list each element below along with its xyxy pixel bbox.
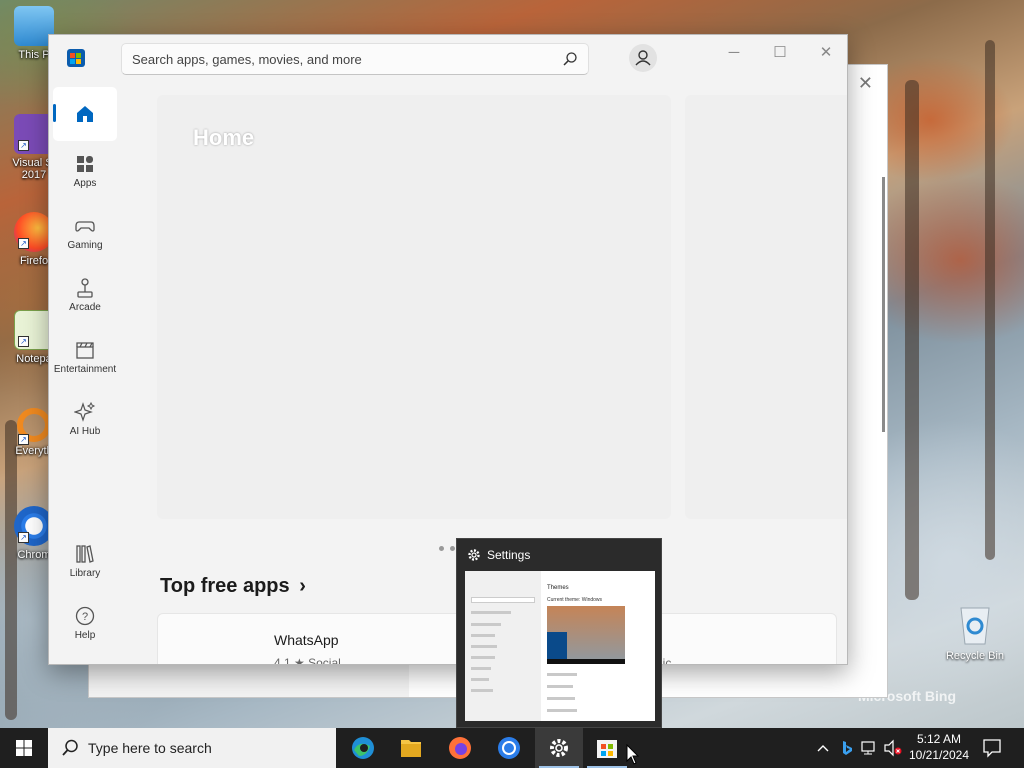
- wallpaper-tree: [985, 40, 995, 560]
- close-icon[interactable]: ✕: [858, 73, 873, 94]
- bing-icon: [843, 741, 852, 755]
- store-logo-icon: [67, 49, 85, 67]
- nav-item-apps[interactable]: Apps: [53, 147, 117, 201]
- chevron-right-icon: ›: [299, 575, 306, 597]
- start-button[interactable]: [0, 728, 48, 768]
- theme-preview-image: [547, 606, 625, 664]
- preview-subheading: Current theme: Windows: [547, 597, 603, 603]
- hero-banner-next[interactable]: [685, 95, 847, 519]
- recycle-bin-icon: [960, 607, 990, 645]
- store-bag-icon: [597, 740, 617, 758]
- taskbar-search-box[interactable]: Type here to search: [48, 728, 336, 768]
- close-button[interactable]: ✕: [803, 39, 847, 67]
- taskbar-app-firefox[interactable]: [436, 728, 484, 768]
- nav-item-home[interactable]: [53, 87, 117, 141]
- search-icon: [62, 739, 78, 756]
- wallpaper-tree: [5, 420, 17, 720]
- nav-item-gaming[interactable]: Gaming: [53, 209, 117, 263]
- settings-window-preview: Themes Current theme: Windows: [465, 571, 655, 721]
- firefox-icon: [449, 737, 471, 759]
- volume-button[interactable]: [882, 728, 904, 768]
- scrollbar[interactable]: [882, 177, 885, 432]
- taskbar-app-settings[interactable]: [535, 728, 583, 768]
- network-button[interactable]: [858, 728, 880, 768]
- wallpaper-tree: [905, 80, 919, 600]
- desktop-icon-recycle-bin[interactable]: Recycle Bin: [944, 602, 1006, 662]
- search-box[interactable]: Search apps, games, movies, and more: [121, 43, 589, 75]
- taskbar: Type here to search 5:12 AM 10/21/2024: [0, 728, 1024, 768]
- nav-item-entertainment[interactable]: Entertainment: [53, 333, 117, 387]
- preview-heading: Themes: [547, 585, 569, 591]
- taskbar-app-edge[interactable]: [339, 728, 387, 768]
- active-indicator: [53, 104, 56, 122]
- search-input[interactable]: Search apps, games, movies, and more: [132, 52, 362, 67]
- speaker-muted-icon: [884, 739, 902, 757]
- taskbar-clock[interactable]: 5:12 AM 10/21/2024: [906, 731, 972, 763]
- shortcut-arrow-icon: ↗: [18, 238, 29, 249]
- maximize-button[interactable]: ☐: [757, 39, 803, 67]
- gear-icon: [468, 549, 480, 561]
- edge-icon: [352, 737, 374, 759]
- minimize-icon: ─: [728, 44, 740, 61]
- mouse-cursor-icon: [626, 744, 640, 765]
- shortcut-arrow-icon: ↗: [18, 336, 29, 347]
- shortcut-arrow-icon: ↗: [18, 532, 29, 543]
- taskbar-app-chrome[interactable]: [485, 728, 533, 768]
- clapperboard-icon: [76, 342, 94, 359]
- clock-time: 5:12 AM: [916, 732, 962, 746]
- minimize-button[interactable]: ─: [711, 39, 757, 67]
- thumbnail-title: Settings: [487, 548, 531, 562]
- chrome-icon: [498, 737, 520, 759]
- nav-item-arcade[interactable]: Arcade: [53, 271, 117, 325]
- library-icon: [76, 545, 94, 563]
- gamepad-icon: [75, 221, 95, 232]
- network-icon: [861, 741, 875, 755]
- preview-sidebar: [465, 571, 541, 721]
- app-rating: 4.1 ★ Social: [274, 656, 341, 665]
- nav-item-help[interactable]: ? Help: [53, 599, 117, 653]
- account-button[interactable]: [629, 44, 657, 72]
- sparkle-icon: [74, 401, 96, 422]
- notification-icon: [983, 739, 1001, 758]
- gear-icon: [550, 739, 568, 757]
- notifications-button[interactable]: [980, 728, 1004, 768]
- title-bar[interactable]: Search apps, games, movies, and more ─ ☐…: [49, 35, 847, 85]
- help-icon: ?: [75, 606, 95, 626]
- svg-text:?: ?: [82, 611, 88, 623]
- background-panel: [89, 665, 409, 697]
- side-navigation: Apps Gaming Arcade Entertainment AI Hub …: [49, 85, 121, 664]
- joystick-icon: [77, 278, 93, 298]
- show-hidden-icons-button[interactable]: [812, 728, 834, 768]
- bing-tray-button[interactable]: [836, 728, 856, 768]
- taskbar-app-microsoft-store[interactable]: [583, 728, 631, 768]
- close-icon: ✕: [819, 44, 833, 61]
- windows-logo-icon: [16, 740, 32, 756]
- section-title-top-free-apps[interactable]: Top free apps ›: [160, 575, 306, 598]
- taskbar-search-text: Type here to search: [88, 740, 212, 756]
- shortcut-arrow-icon: ↗: [18, 140, 29, 151]
- chevron-up-icon: [817, 745, 829, 752]
- hero-banner[interactable]: Home: [157, 95, 671, 519]
- settings-thumbnail-preview[interactable]: Settings Themes Current theme: Windows: [456, 538, 662, 728]
- search-icon[interactable]: [562, 51, 578, 67]
- page-title: Home: [193, 125, 255, 150]
- nav-item-library[interactable]: Library: [53, 537, 117, 591]
- home-icon: [77, 106, 93, 122]
- taskbar-app-file-explorer[interactable]: [387, 728, 435, 768]
- shortcut-arrow-icon: ↗: [18, 434, 29, 445]
- person-icon: [635, 50, 651, 66]
- folder-icon: [401, 740, 421, 757]
- maximize-icon: ☐: [773, 44, 787, 61]
- nav-item-ai-hub[interactable]: AI Hub: [53, 395, 117, 449]
- app-name: WhatsApp: [274, 632, 339, 648]
- clock-date: 10/21/2024: [908, 748, 970, 762]
- microsoft-store-window[interactable]: Search apps, games, movies, and more ─ ☐…: [48, 34, 848, 665]
- apps-icon: [77, 156, 93, 172]
